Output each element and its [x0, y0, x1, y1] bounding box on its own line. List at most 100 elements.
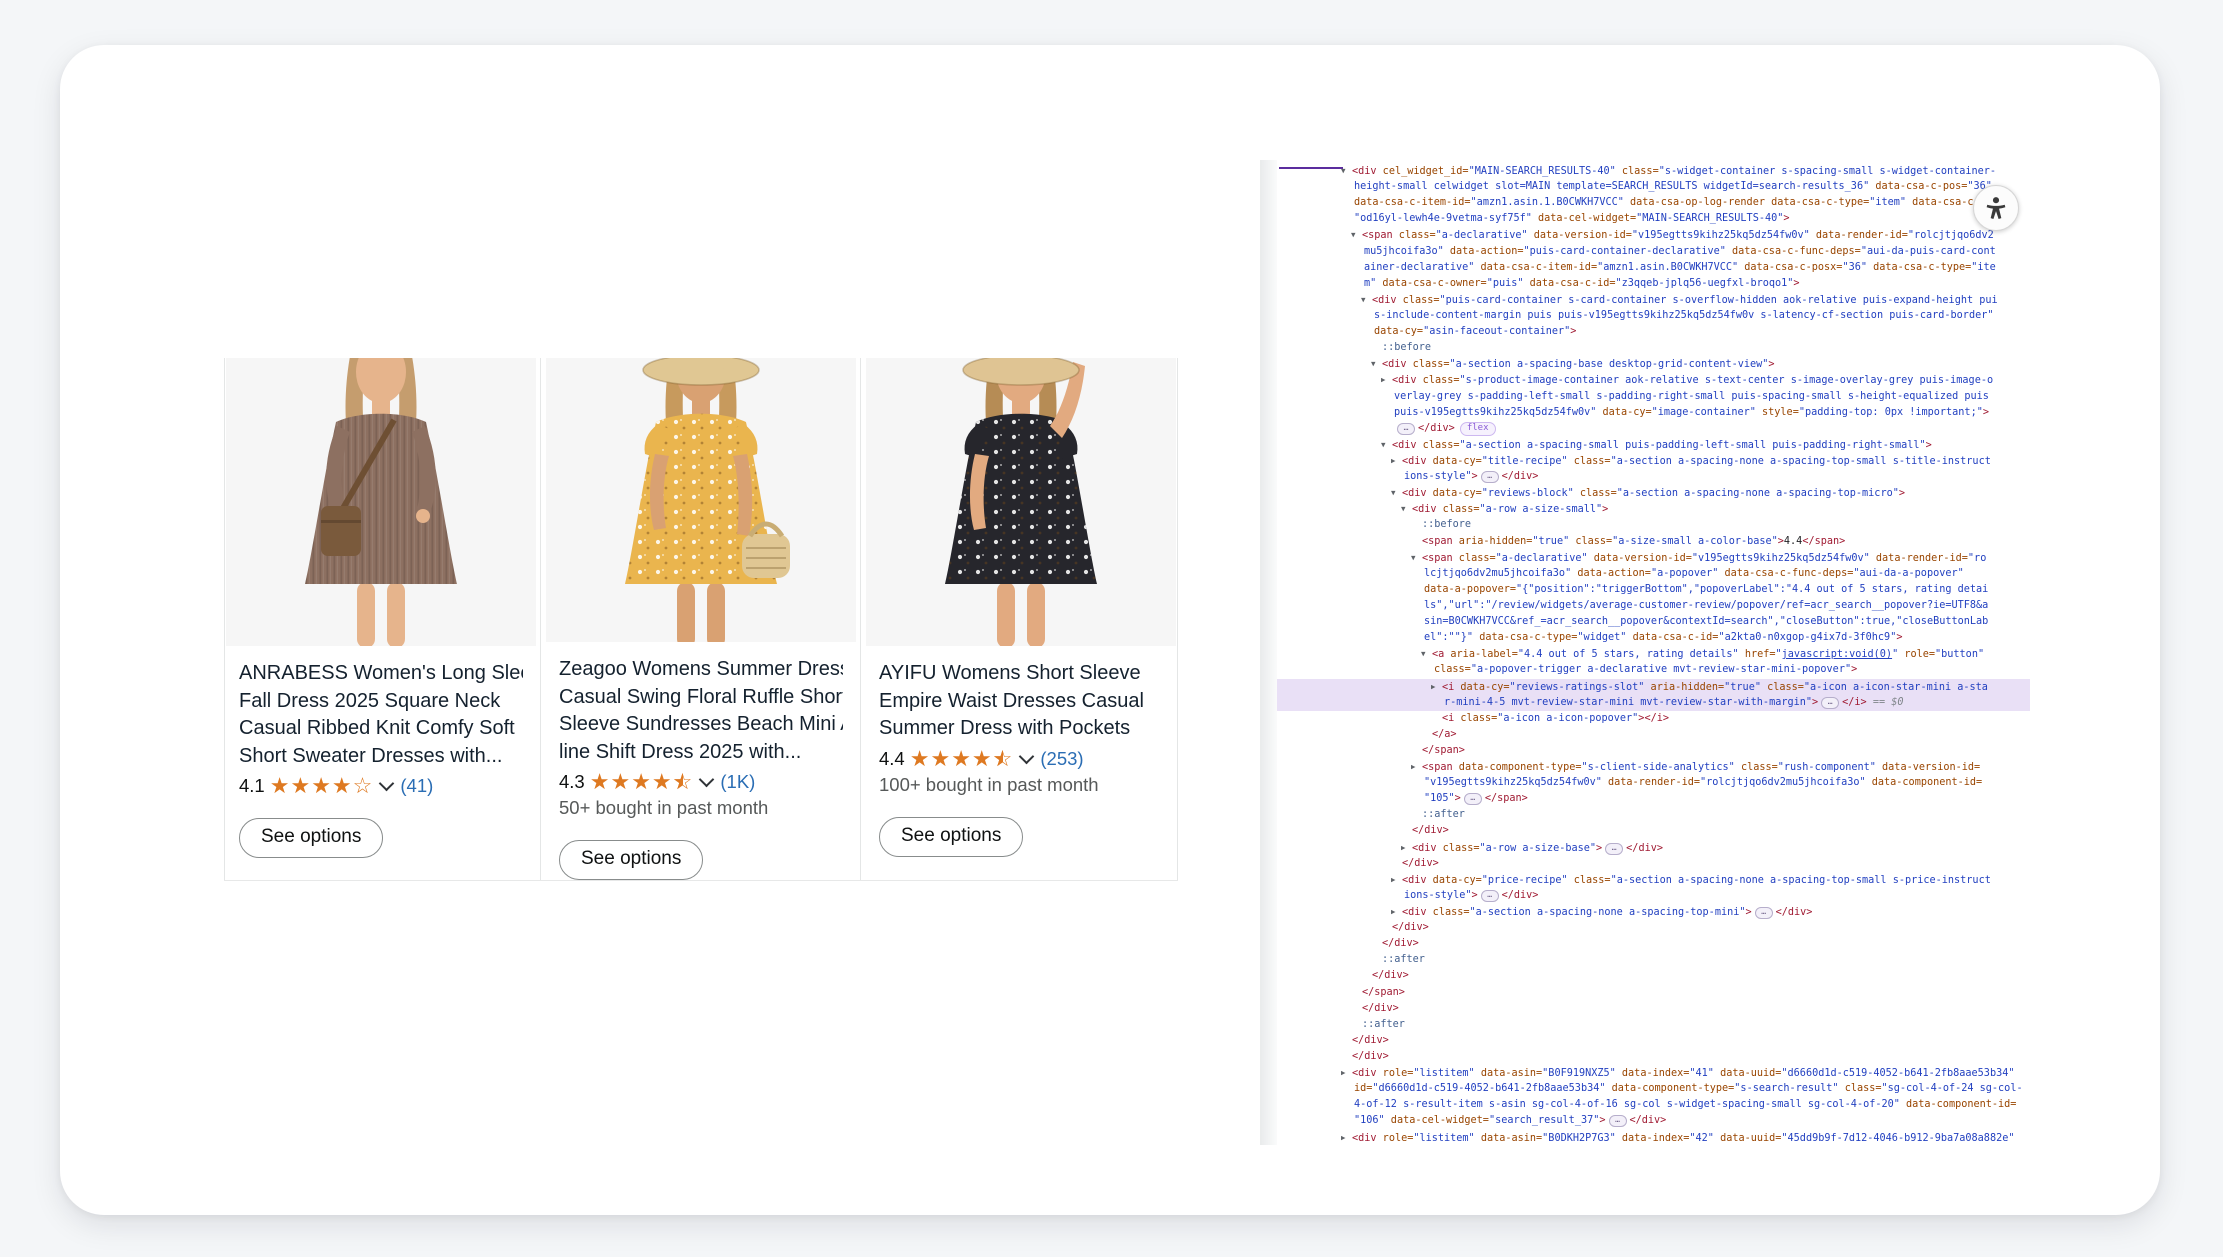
- chevron-down-icon[interactable]: [379, 776, 395, 792]
- dom-tree-line[interactable]: ▼<div cel_widget_id="MAIN-SEARCH_RESULTS…: [1277, 163, 2030, 179]
- expand-ellipsis-icon[interactable]: …: [1481, 471, 1499, 483]
- expand-ellipsis-icon[interactable]: …: [1397, 423, 1415, 435]
- expander-closed-icon[interactable]: ▶: [1391, 904, 1402, 920]
- dom-tree-line[interactable]: ▼<div data-cy="reviews-block" class="a-s…: [1277, 485, 2030, 501]
- product-image[interactable]: [226, 358, 536, 646]
- expander-open-icon[interactable]: ▼: [1391, 485, 1402, 501]
- expander-closed-icon[interactable]: ▶: [1431, 679, 1442, 695]
- see-options-button[interactable]: See options: [239, 818, 383, 858]
- dom-tree-line[interactable]: </div>: [1277, 968, 2030, 984]
- product-title[interactable]: AYIFU Womens Short Sleeve Empire Waist D…: [879, 660, 1144, 743]
- dom-tree-line[interactable]: ▼<span class="a-declarative" data-versio…: [1277, 550, 2030, 566]
- dom-tree-line[interactable]: ions-style">…</div>: [1277, 469, 2030, 485]
- dom-tree-line[interactable]: ::after: [1277, 807, 2030, 823]
- dom-tree-line[interactable]: ainer-declarative" data-csa-c-item-id="a…: [1277, 260, 2030, 276]
- dom-tree-line[interactable]: ▶<div data-cy="title-recipe" class="a-se…: [1277, 453, 2030, 469]
- dom-tree-line[interactable]: data-csa-c-item-id="amzn1.asin.1.B0CWKH7…: [1277, 195, 2030, 211]
- dom-tree-line[interactable]: ▶<div role="listitem" data-asin="B0DKH2P…: [1277, 1130, 2030, 1145]
- dom-tree-line[interactable]: ▼<div class="a-section a-spacing-small p…: [1277, 437, 2030, 453]
- review-count-link[interactable]: (253): [1040, 748, 1083, 770]
- dom-tree-line[interactable]: </div>: [1277, 1033, 2030, 1049]
- dom-tree-line[interactable]: ▼<span class="a-declarative" data-versio…: [1277, 227, 2030, 243]
- dom-tree-line[interactable]: </span>: [1277, 985, 2030, 1001]
- rating-row[interactable]: 4.3 ★★★★☆★ (1K): [559, 771, 755, 793]
- see-options-button[interactable]: See options: [559, 840, 703, 880]
- expander-closed-icon[interactable]: ▶: [1391, 872, 1402, 888]
- dom-tree-line[interactable]: ions-style">…</div>: [1277, 888, 2030, 904]
- expand-ellipsis-icon[interactable]: …: [1605, 843, 1623, 855]
- dom-tree-line[interactable]: </div>: [1277, 856, 2030, 872]
- expander-open-icon[interactable]: ▼: [1371, 356, 1382, 372]
- review-count-link[interactable]: (1K): [720, 771, 755, 793]
- dom-tree-line[interactable]: </div>: [1277, 1001, 2030, 1017]
- dom-tree-line[interactable]: data-a-popover="{"position":"triggerBott…: [1277, 582, 2030, 598]
- dom-tree-line[interactable]: <span aria-hidden="true" class="a-size-s…: [1277, 534, 2030, 550]
- dom-tree-line[interactable]: id="d6660d1d-c519-4052-b641-2fb8aae53b34…: [1277, 1081, 2030, 1097]
- dom-tree-line[interactable]: …</div>flex: [1277, 421, 2030, 437]
- dom-tree-line[interactable]: ▼<div class="a-row a-size-small">: [1277, 501, 2030, 517]
- expander-open-icon[interactable]: ▼: [1361, 292, 1372, 308]
- dom-tree-line[interactable]: ▶<span data-component-type="s-client-sid…: [1277, 759, 2030, 775]
- dom-tree-line[interactable]: ::after: [1277, 1017, 2030, 1033]
- dom-tree-line[interactable]: ::before: [1277, 517, 2030, 533]
- expander-open-icon[interactable]: ▼: [1401, 501, 1412, 517]
- dom-tree-line[interactable]: ▶<div class="a-row a-size-base">…</div>: [1277, 840, 2030, 856]
- dom-tree-line[interactable]: <i class="a-icon a-icon-popover"></i>: [1277, 711, 2030, 727]
- expand-ellipsis-icon[interactable]: …: [1755, 907, 1773, 919]
- dom-tree-line[interactable]: </div>: [1277, 1049, 2030, 1065]
- dom-tree-line[interactable]: mu5jhcoifa3o" data-action="puis-card-con…: [1277, 244, 2030, 260]
- expander-open-icon[interactable]: ▼: [1421, 646, 1432, 662]
- dom-tree-line[interactable]: height-small celwidget slot=MAIN templat…: [1277, 179, 2030, 195]
- dom-tree-line[interactable]: ▶<div role="listitem" data-asin="B0F919N…: [1277, 1065, 2030, 1081]
- flex-badge[interactable]: flex: [1460, 422, 1496, 436]
- dom-tree-line[interactable]: </span>: [1277, 743, 2030, 759]
- dom-tree-line[interactable]: "105">…</span>: [1277, 791, 2030, 807]
- dom-tree-line[interactable]: "od16yl-lewh4e-9vetma-syf75f" data-cel-w…: [1277, 211, 2030, 227]
- dom-tree-line[interactable]: ls","url":"/review/widgets/average-custo…: [1277, 598, 2030, 614]
- expander-closed-icon[interactable]: ▶: [1341, 1065, 1352, 1081]
- accessibility-widget-button[interactable]: [1973, 185, 2019, 231]
- product-image[interactable]: [546, 358, 856, 642]
- dom-tree-line[interactable]: lcjtjqo6dv2mu5jhcoifa3o" data-action="a-…: [1277, 566, 2030, 582]
- expander-closed-icon[interactable]: ▶: [1401, 840, 1412, 856]
- dom-tree-line[interactable]: ▼<div class="puis-card-container s-card-…: [1277, 292, 2030, 308]
- dom-tree-line[interactable]: "106" data-cel-widget="search_result_37"…: [1277, 1113, 2030, 1129]
- chevron-down-icon[interactable]: [699, 772, 715, 788]
- dom-tree-line[interactable]: </div>: [1277, 823, 2030, 839]
- expand-ellipsis-icon[interactable]: …: [1821, 697, 1839, 709]
- rating-row[interactable]: 4.1 ★★★★☆ (41): [239, 775, 433, 797]
- dom-tree-line[interactable]: class="a-popover-trigger a-declarative m…: [1277, 662, 2030, 678]
- dom-tree-line[interactable]: puis-v195egtts9kihz25kq5dz54fw0v" data-c…: [1277, 405, 2030, 421]
- product-title[interactable]: Zeagoo Womens Summer Dress Casual Swing …: [559, 656, 843, 766]
- expander-closed-icon[interactable]: ▶: [1381, 372, 1392, 388]
- dom-tree-line[interactable]: 4-of-12 s-result-item s-asin sg-col-4-of…: [1277, 1097, 2030, 1113]
- dom-tree-line[interactable]: s-include-content-margin puis puis-v195e…: [1277, 308, 2030, 324]
- expander-closed-icon[interactable]: ▶: [1341, 1130, 1352, 1145]
- review-count-link[interactable]: (41): [400, 775, 433, 797]
- dom-tree-line[interactable]: m" data-csa-c-owner="puis" data-csa-c-id…: [1277, 276, 2030, 292]
- rating-row[interactable]: 4.4 ★★★★☆★ (253): [879, 748, 1084, 770]
- chevron-down-icon[interactable]: [1019, 748, 1035, 764]
- see-options-button[interactable]: See options: [879, 817, 1023, 857]
- dom-tree-line[interactable]: ▶<div data-cy="price-recipe" class="a-se…: [1277, 872, 2030, 888]
- dom-tree-line[interactable]: verlay-grey s-padding-left-small s-paddi…: [1277, 389, 2030, 405]
- expander-open-icon[interactable]: ▼: [1381, 437, 1392, 453]
- product-title[interactable]: ANRABESS Women's Long Sleeve Fall Dress …: [239, 660, 523, 770]
- dom-tree-line[interactable]: data-cy="asin-faceout-container">: [1277, 324, 2030, 340]
- expand-ellipsis-icon[interactable]: …: [1609, 1115, 1627, 1127]
- expander-closed-icon[interactable]: ▶: [1411, 759, 1422, 775]
- dom-tree-line[interactable]: "v195egtts9kihz25kq5dz54fw0v" data-rende…: [1277, 775, 2030, 791]
- expander-open-icon[interactable]: ▼: [1351, 227, 1362, 243]
- expander-open-icon[interactable]: ▼: [1411, 550, 1422, 566]
- dom-tree-line[interactable]: el":""}" data-csa-c-type="widget" data-c…: [1277, 630, 2030, 646]
- expand-ellipsis-icon[interactable]: …: [1464, 793, 1482, 805]
- product-image[interactable]: [866, 358, 1176, 646]
- dom-tree-line[interactable]: r-mini-4-5 mvt-review-star-mini mvt-revi…: [1277, 695, 2030, 711]
- expander-closed-icon[interactable]: ▶: [1391, 453, 1402, 469]
- dom-tree-line[interactable]: ::before: [1277, 340, 2030, 356]
- expand-ellipsis-icon[interactable]: …: [1481, 890, 1499, 902]
- dom-tree-line[interactable]: ▼<a aria-label="4.4 out of 5 stars, rati…: [1277, 646, 2030, 662]
- dom-tree-line[interactable]: </div>: [1277, 920, 2030, 936]
- dom-tree-line[interactable]: sin=B0CWKH7VCC&ref_=acr_search__popover&…: [1277, 614, 2030, 630]
- dom-tree-line[interactable]: ▼<div class="a-section a-spacing-base de…: [1277, 356, 2030, 372]
